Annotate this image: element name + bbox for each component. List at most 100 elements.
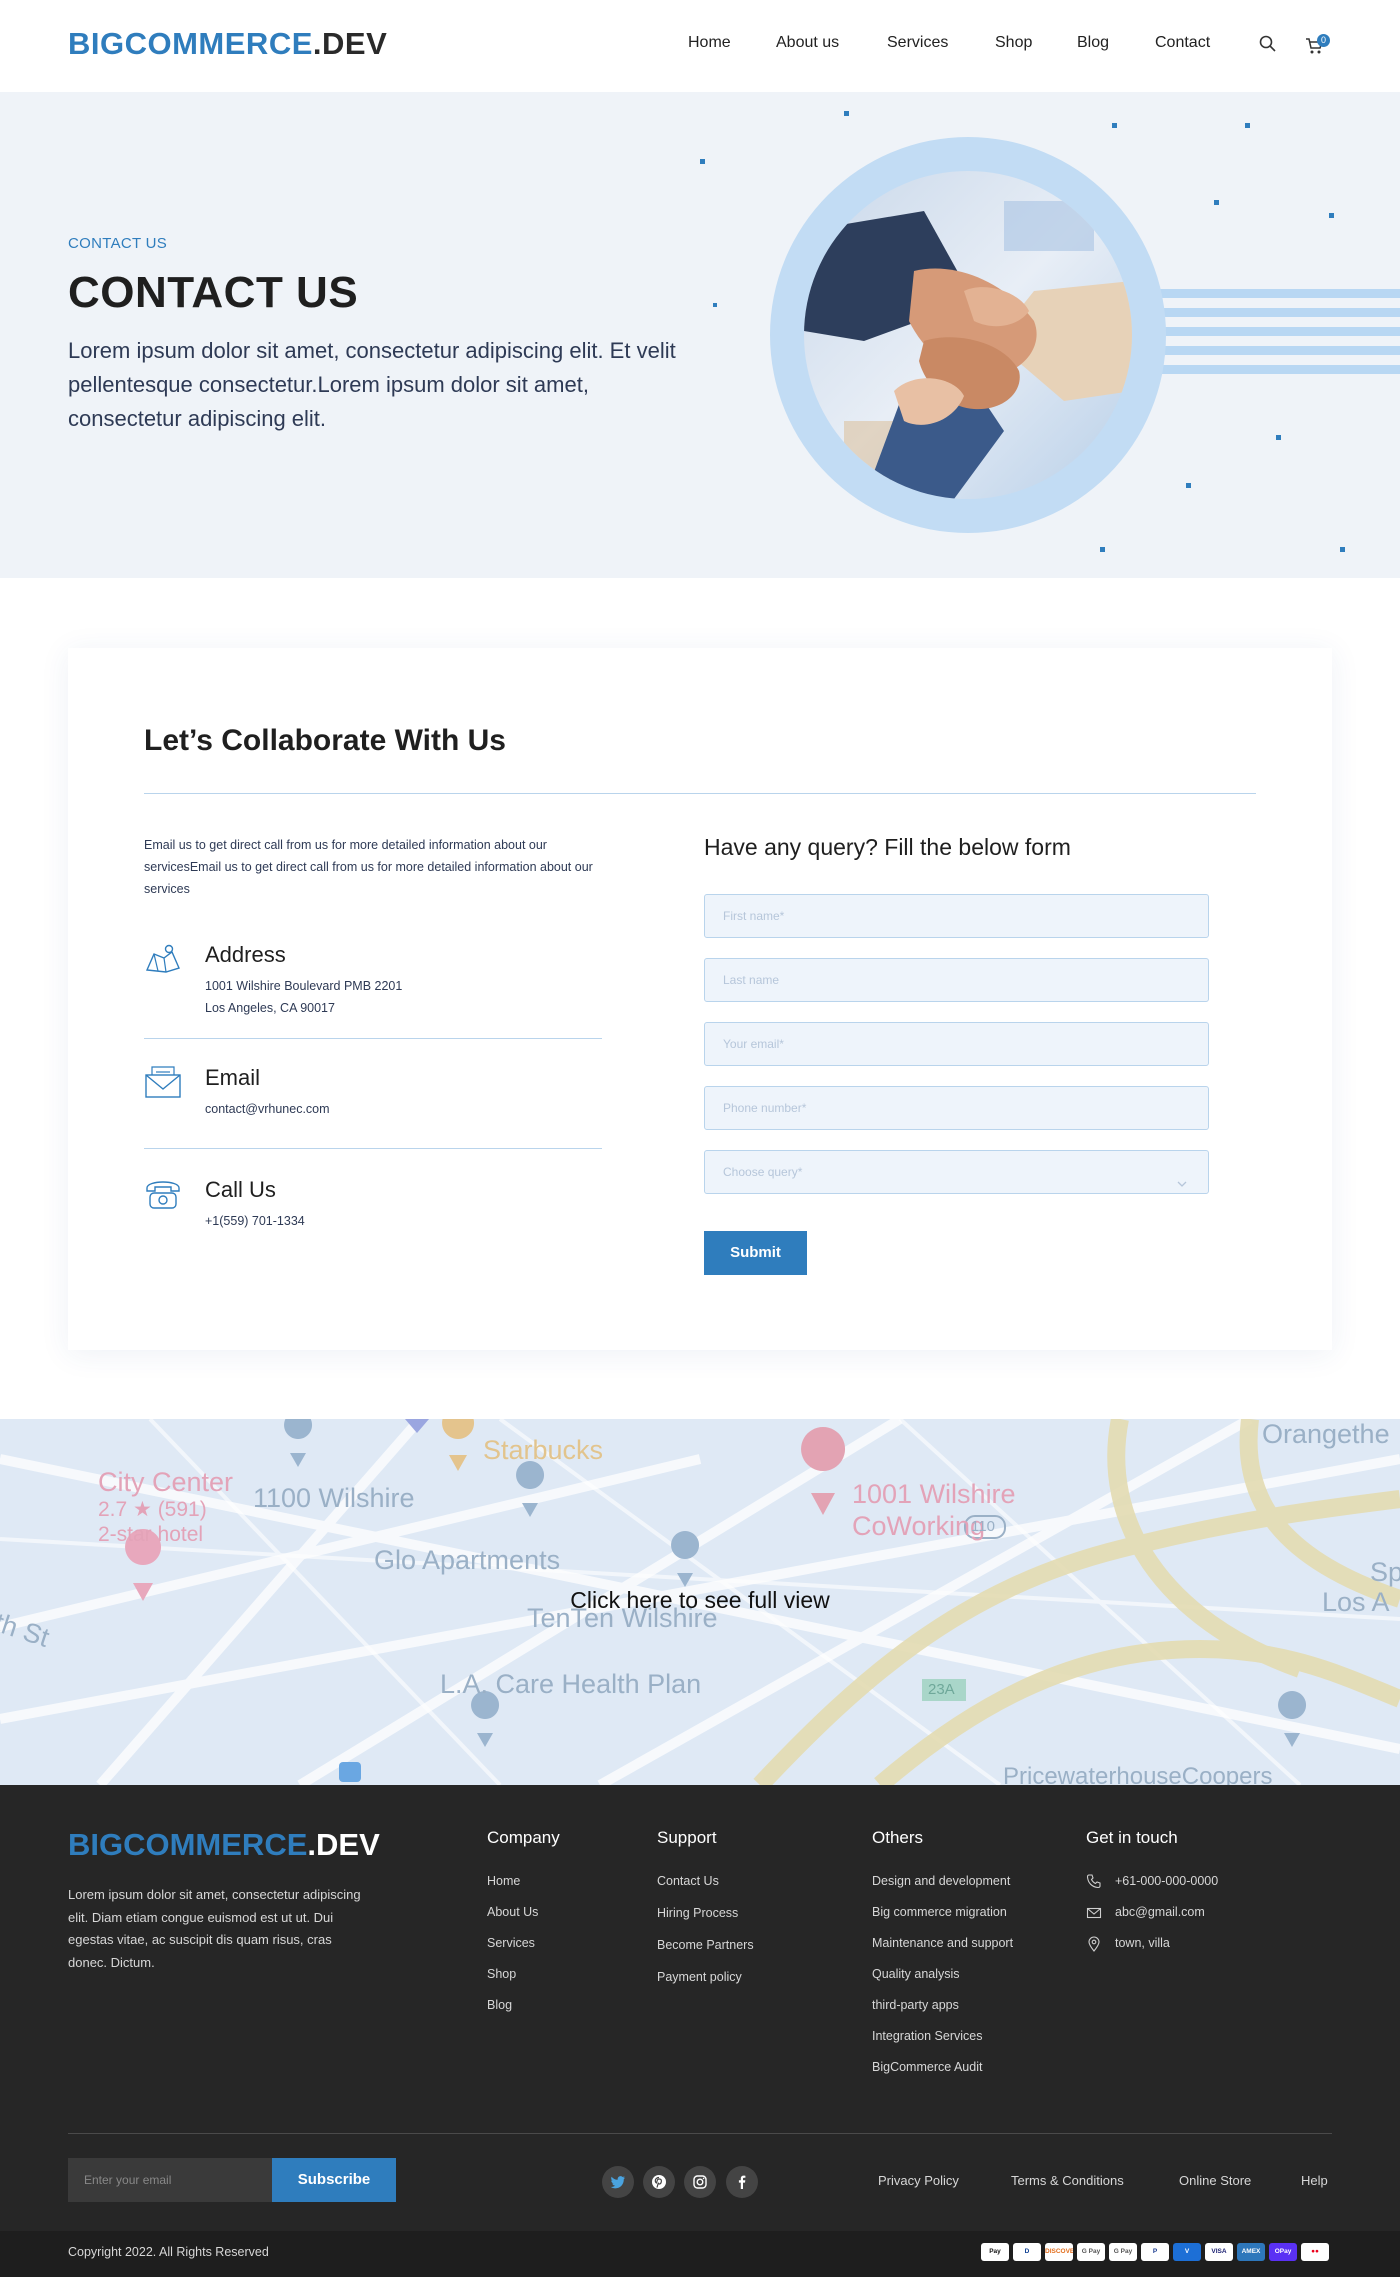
payment-method-icon: P [1141,2243,1169,2261]
cart-count-badge: 0 [1317,34,1330,47]
teamwork-hands-image [804,171,1132,499]
chevron-down-icon [1176,1165,1188,1187]
first-name-field[interactable]: First name* [704,894,1209,938]
footer-email-link[interactable]: abc@gmail.com [1115,1905,1205,1919]
location-map[interactable]: City Center 2.7 ★ (591) 2-star hotel 110… [0,1419,1400,1785]
address-title: Address [205,942,286,967]
site-footer: BIGCOMMERCE.DEV Lorem ipsum dolor sit am… [0,1785,1400,2277]
map-label: Glo Apartments [374,1545,561,1575]
phone-icon [1086,1873,1104,1891]
footer-link-hiring[interactable]: Hiring Process [657,1906,738,1920]
decor-dot [1112,123,1117,128]
payment-method-icon: AMEX [1237,2243,1265,2261]
divider [144,1038,602,1039]
query-select-placeholder: Choose query* [723,1165,803,1179]
address-line-1: 1001 Wilshire Boulevard PMB 2201 [205,979,403,993]
submit-button[interactable]: Submit [704,1231,807,1275]
last-name-field[interactable]: Last name [704,958,1209,1002]
decor-dot [1245,123,1250,128]
map-label: CoWorking [852,1511,986,1541]
hero-description: Lorem ipsum dolor sit amet, consectetur … [68,338,676,431]
payment-method-icon: G Pay [1109,2243,1137,2261]
footer-link-migration[interactable]: Big commerce migration [872,1905,1007,1919]
map-route-shield: 110 [971,1518,995,1535]
twitter-icon[interactable] [602,2166,634,2198]
footer-link-partners[interactable]: Become Partners [657,1938,754,1952]
footer-link-quality[interactable]: Quality analysis [872,1967,960,1981]
facebook-icon[interactable] [726,2166,758,2198]
footer-link-integration[interactable]: Integration Services [872,2029,982,2043]
footer-link-services[interactable]: Services [487,1936,535,1950]
subscribe-button[interactable]: Subscribe [272,2158,396,2202]
nav-services[interactable]: Services [887,34,948,52]
map-full-view-link[interactable]: Click here to see full view [0,1587,1400,1614]
nav-contact[interactable]: Contact [1155,34,1210,52]
footer-link-audit[interactable]: BigCommerce Audit [872,2060,982,2074]
call-title: Call Us [205,1177,276,1202]
payment-method-icon: DISCOVER [1045,2243,1073,2261]
footer-link-design[interactable]: Design and development [872,1874,1010,1888]
phone-field[interactable]: Phone number* [704,1086,1209,1130]
phone-number-link[interactable]: +1(559) 701-1334 [205,1210,305,1232]
instagram-icon[interactable] [684,2166,716,2198]
newsletter-email-input[interactable]: Enter your email [68,2158,272,2202]
terms-link[interactable]: Terms & Conditions [1011,2173,1124,2188]
footer-link-payment-policy[interactable]: Payment policy [657,1970,742,1984]
decor-dot [1186,483,1191,488]
privacy-policy-link[interactable]: Privacy Policy [878,2173,959,2188]
decor-dot [1100,547,1105,552]
address-map-icon [144,940,182,978]
page-title: CONTACT US [68,268,359,317]
footer-link-third-party[interactable]: third-party apps [872,1998,959,2012]
footer-support-heading: Support [657,1828,717,1847]
pinterest-icon[interactable] [643,2166,675,2198]
divider [144,1148,602,1149]
footer-logo-main: BIGCOMMERCE [68,1827,308,1862]
copyright-text: Copyright 2022. All Rights Reserved [68,2245,269,2259]
footer-about-text: Lorem ipsum dolor sit amet, consectetur … [68,1887,361,1970]
footer-link-home[interactable]: Home [487,1874,520,1888]
email-address-link[interactable]: contact@vrhunec.com [205,1098,330,1120]
help-link[interactable]: Help [1301,2173,1328,2188]
payment-method-icon: V [1173,2243,1201,2261]
map-label: Sp [1370,1557,1400,1587]
logo-suffix: .DEV [312,26,388,61]
payment-method-icon: G Pay [1077,2243,1105,2261]
footer-logo[interactable]: BIGCOMMERCE.DEV [68,1827,380,1863]
divider [68,2133,1332,2134]
nav-shop[interactable]: Shop [995,34,1032,52]
address-line-2: Los Angeles, CA 90017 [205,1001,335,1015]
footer-touch-heading: Get in touch [1086,1828,1178,1847]
hero-kicker: CONTACT US [68,235,168,252]
decor-dot [700,159,705,164]
map-route-shield: 23A [928,1681,955,1698]
mail-icon [1086,1905,1104,1923]
map-label: L.A. Care Health Plan [440,1669,702,1699]
footer-link-about[interactable]: About Us [487,1905,538,1919]
online-store-link[interactable]: Online Store [1179,2173,1251,2188]
payment-method-icon: OPay [1269,2243,1297,2261]
query-select[interactable]: Choose query* [704,1150,1209,1194]
decor-dot [844,111,849,116]
logo-main: BIGCOMMERCE [68,26,313,61]
footer-link-contact[interactable]: Contact Us [657,1874,719,1888]
hero-section: CONTACT US CONTACT US Lorem ipsum dolor … [0,92,1400,578]
map-label: 1100 Wilshire [253,1483,415,1513]
map-label: 1001 Wilshire [852,1479,1016,1509]
nav-home[interactable]: Home [688,34,731,52]
payment-method-icon: VISA [1205,2243,1233,2261]
footer-link-maintenance[interactable]: Maintenance and support [872,1936,1013,1950]
site-logo[interactable]: BIGCOMMERCE.DEV [68,26,387,62]
map-label: City Center [98,1467,234,1497]
copyright-bar: Copyright 2022. All Rights Reserved Pay D… [0,2231,1400,2277]
nav-blog[interactable]: Blog [1077,34,1109,52]
map-label: Starbucks [483,1435,604,1465]
site-header: BIGCOMMERCE.DEV Home About us Services S… [0,0,1400,92]
search-icon[interactable] [1258,34,1280,56]
email-field[interactable]: Your email* [704,1022,1209,1066]
nav-about-us[interactable]: About us [776,34,839,52]
footer-link-shop[interactable]: Shop [487,1967,516,1981]
footer-phone-link[interactable]: +61-000-000-0000 [1115,1874,1218,1888]
contact-intro-text: Email us to get direct call from us for … [144,838,593,896]
footer-link-blog[interactable]: Blog [487,1998,512,2012]
